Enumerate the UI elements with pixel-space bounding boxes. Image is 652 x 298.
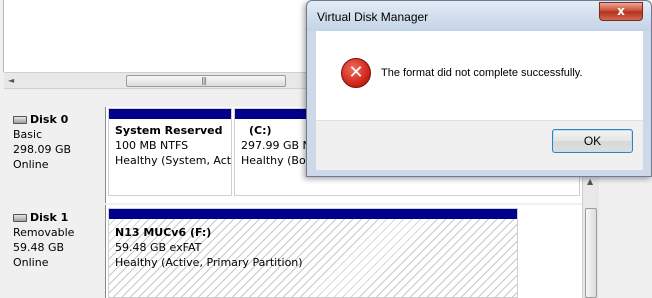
error-icon-glyph: ✕ (348, 62, 364, 83)
disk-0-size: 298.09 GB (13, 143, 72, 156)
partition-system-reserved-text: System Reserved 100 MB NTFS Healthy (Sys… (115, 123, 233, 168)
scroll-up-arrow-icon[interactable]: ▲ (587, 177, 593, 186)
vertical-scroll-thumb[interactable] (585, 208, 597, 298)
partition-title: System Reserved (115, 124, 223, 137)
disk-1-title: Disk 1 (13, 210, 105, 225)
dialog-title: Virtual Disk Manager (317, 10, 429, 24)
disk-0-type: Basic (13, 128, 43, 141)
disk-1-label[interactable]: Disk 1 Removable 59.48 GB Online (6, 205, 106, 298)
dialog-footer: OK (316, 120, 643, 170)
partition-title: N13 MUCv6 (F:) (115, 226, 212, 239)
disk-0-status: Online (13, 158, 49, 171)
disk-0-name: Disk 0 (30, 113, 69, 126)
close-icon: x (617, 4, 625, 18)
horizontal-scroll-thumb[interactable]: ||| (126, 75, 286, 87)
partition-bar (109, 209, 517, 219)
partition-health: Healthy (System, Act (115, 154, 232, 167)
partition-f-text: N13 MUCv6 (F:) 59.48 GB exFAT Healthy (A… (115, 225, 303, 270)
partition-system-reserved[interactable]: System Reserved 100 MB NTFS Healthy (Sys… (108, 108, 232, 196)
dialog-titlebar[interactable]: Virtual Disk Manager x (307, 1, 651, 31)
error-icon: ✕ (341, 58, 371, 88)
disk-1-size: 59.48 GB (13, 241, 65, 254)
disk-1-name: Disk 1 (30, 211, 69, 224)
error-dialog: Virtual Disk Manager x ✕ The format did … (306, 0, 652, 177)
scroll-left-arrow-icon[interactable]: ◄ (8, 76, 14, 85)
dialog-content: ✕ The format did not complete successful… (316, 31, 643, 120)
partition-health: Healthy (Boo (241, 154, 311, 167)
partition-title: (C:) (249, 124, 272, 137)
removable-disk-icon (13, 213, 27, 222)
scroll-grip-icon: ||| (201, 76, 207, 85)
disk-0-label[interactable]: Disk 0 Basic 298.09 GB Online (6, 107, 106, 203)
partition-c-text: (C:) 297.99 GB NT Healthy (Boo (241, 123, 311, 168)
disk-0-title: Disk 0 (13, 112, 105, 127)
close-button[interactable]: x (599, 2, 643, 21)
ok-button[interactable]: OK (552, 129, 633, 153)
partition-details: 59.48 GB exFAT (115, 241, 202, 254)
partition-bar (109, 109, 231, 119)
partition-f-drive[interactable]: N13 MUCv6 (F:) 59.48 GB exFAT Healthy (A… (108, 208, 518, 298)
error-message: The format did not complete successfully… (381, 67, 583, 79)
partition-details: 297.99 GB NT (241, 139, 311, 152)
disk-1-type: Removable (13, 226, 75, 239)
hard-disk-icon (13, 115, 27, 124)
partition-details: 100 MB NTFS (115, 139, 189, 152)
disk-1-status: Online (13, 256, 49, 269)
vertical-scrollbar[interactable]: ▲ (582, 175, 599, 298)
partition-health: Healthy (Active, Primary Partition) (115, 256, 303, 269)
disk-1-volumes: N13 MUCv6 (F:) 59.48 GB exFAT Healthy (A… (106, 205, 582, 298)
